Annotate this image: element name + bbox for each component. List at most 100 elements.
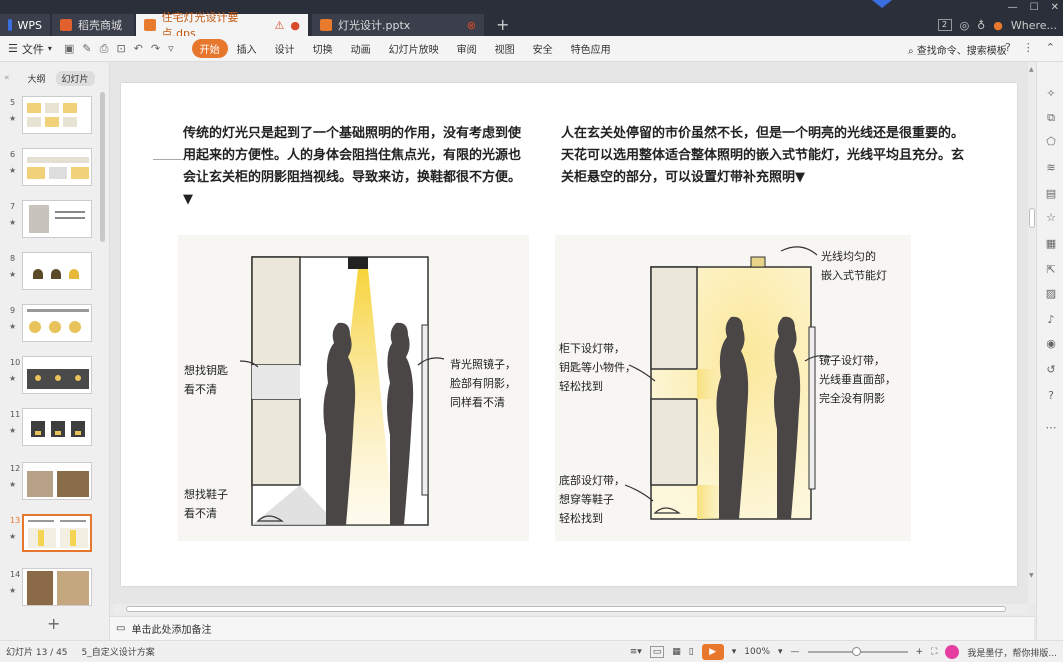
more-options-icon[interactable]: ⋮ (1023, 41, 1034, 54)
scroll-thumb[interactable] (1029, 208, 1035, 228)
zoom-slider-knob[interactable] (851, 647, 861, 656)
tab-slides[interactable]: 幻灯片 (55, 70, 95, 86)
more-icon[interactable]: ▿ (168, 42, 174, 56)
adjust-icon[interactable]: ≋ (1045, 162, 1057, 174)
zoom-out-icon[interactable]: — (791, 647, 800, 657)
play-options-icon[interactable]: ▾ (732, 647, 737, 657)
user-icon[interactable]: ● (993, 19, 1003, 32)
help-circle-icon[interactable]: ? (1045, 390, 1057, 402)
user-name[interactable]: Where... (1011, 19, 1057, 32)
unsaved-dot-icon[interactable]: ● (290, 19, 300, 32)
tab-store[interactable]: 稻壳商城 (52, 14, 134, 36)
slide-thumbnail-9[interactable]: 9 ★ (0, 304, 100, 346)
assistant-avatar[interactable] (945, 645, 960, 659)
tab-security[interactable]: 安全 (524, 41, 562, 56)
slide-thumbnail-10[interactable]: 10 ★ (0, 356, 100, 398)
star-icon[interactable]: ☆ (1045, 212, 1057, 224)
template-name[interactable]: 5_自定义设计方案 (82, 645, 155, 658)
slide-thumbnail-7[interactable]: 7 ★ (0, 200, 100, 242)
pane-scrollbar[interactable] (100, 92, 105, 242)
zoom-dropdown-icon[interactable]: ▾ (778, 647, 783, 657)
new-tab-button[interactable]: + (496, 15, 509, 34)
canvas-horizontal-scrollbar[interactable] (114, 604, 1028, 614)
close-window-icon[interactable]: ✕ (1051, 2, 1059, 13)
label-backlit-mirror: 背光照镜子， 脸部有阴影， 同样看不清 (450, 358, 516, 409)
scroll-down-icon[interactable]: ▼ (1029, 572, 1034, 579)
table-icon[interactable]: ▦ (1045, 238, 1057, 250)
slide-thumbnail-8[interactable]: 8 ★ (0, 252, 100, 294)
tab-review[interactable]: 审阅 (448, 41, 486, 56)
collapse-pane-icon[interactable]: « (4, 73, 10, 83)
sorter-view-icon[interactable]: ▦ (672, 647, 681, 657)
scroll-thumb[interactable] (126, 606, 1006, 612)
tab-outline[interactable]: 大纲 (28, 72, 46, 85)
tab-design[interactable]: 设计 (266, 41, 304, 56)
audio-icon[interactable]: ♪ (1045, 314, 1057, 326)
tab-insert[interactable]: 插入 (228, 41, 266, 56)
traditional-lighting-illustration[interactable]: 想找钥匙 看不清 想找鞋子 看不清 背光照镜子， 脸部有阴影， 同样看不清 (178, 235, 529, 541)
skin-icon[interactable]: ◎ (960, 19, 970, 32)
pin-icon[interactable]: ✧ (1045, 88, 1057, 100)
file-menu[interactable]: ☰ 文件 ▾ (0, 41, 58, 57)
slide-thumbnail-14[interactable]: 14 ★ (0, 568, 100, 610)
slide-thumbnail-11[interactable]: 11 ★ (0, 408, 100, 450)
history-icon[interactable]: ↺ (1045, 364, 1057, 376)
tab-active-document[interactable]: 住宅灯光设计要点.dps ⚠ ● (136, 11, 308, 40)
notes-toggle-icon[interactable]: ≡▾ (630, 647, 642, 657)
save-icon[interactable]: ▣ (64, 42, 74, 56)
slide-number: 6 (10, 150, 16, 159)
zoom-level[interactable]: 100% (744, 647, 770, 657)
left-text-block[interactable]: 传统的灯光只是起到了一个基础照明的作用，没有考虑到使用起来的方便性。人的身体会阻… (183, 123, 523, 211)
slide-thumbnail-6[interactable]: 6 ★ (0, 148, 100, 190)
share-icon[interactable]: ⇱ (1045, 264, 1057, 276)
thumbnail-image (22, 462, 92, 500)
image-icon[interactable]: ▨ (1045, 288, 1057, 300)
slide-thumbnail-5[interactable]: 5 ★ (0, 96, 100, 138)
search-icon: ⌕ (908, 46, 914, 57)
notes-pane[interactable]: ▭ 单击此处添加备注 (110, 616, 1034, 640)
command-search[interactable]: ⌕ 查找命令、搜索模板 (908, 42, 1007, 57)
slide-thumbnail-12[interactable]: 12 ★ (0, 462, 100, 504)
tab-features[interactable]: 特色应用 (562, 41, 620, 56)
fit-window-icon[interactable]: ⛶ (931, 647, 937, 657)
add-slide-button[interactable]: + (47, 614, 60, 633)
tab-close-icon[interactable]: ⊗ (467, 19, 476, 32)
copy-icon[interactable]: ⧉ (1045, 112, 1057, 124)
help-icon[interactable]: ? (1005, 41, 1011, 54)
thumbnail-image (22, 200, 92, 238)
improved-lighting-illustration[interactable]: 光线均匀的 嵌入式节能灯 柜下设灯带， 钥匙等小物件， 轻松找到 镜子设灯带， … (555, 235, 911, 541)
tab-wps-home[interactable]: WPS (0, 14, 50, 36)
tab-second-document[interactable]: 灯光设计.pptx ⊗ (312, 14, 484, 36)
thumbnail-image (22, 304, 92, 342)
tab-transition[interactable]: 切换 (304, 41, 342, 56)
tab-view[interactable]: 视图 (486, 41, 524, 56)
normal-view-icon[interactable]: ▭ (649, 646, 665, 658)
tab-animation[interactable]: 动画 (342, 41, 380, 56)
right-text-block[interactable]: 人在玄关处停留的市价虽然不长，但是一个明亮的光线还是很重要的。天花可以选用整体适… (561, 123, 971, 189)
reading-view-icon[interactable]: ▯ (689, 647, 694, 657)
maximize-icon[interactable]: ☐ (1030, 2, 1039, 13)
tab-home[interactable]: 开始 (191, 39, 228, 58)
more-icon[interactable]: ⋯ (1045, 422, 1057, 434)
canvas-vertical-scrollbar[interactable]: ▲ ▼ (1028, 62, 1036, 604)
zoom-slider[interactable] (807, 647, 908, 656)
tab-slideshow[interactable]: 幻灯片放映 (380, 41, 448, 56)
play-slideshow-button[interactable]: ▶ (701, 644, 724, 660)
print-icon[interactable]: ⎙ (100, 42, 109, 56)
slide-13[interactable]: 传统的灯光只是起到了一个基础照明的作用，没有考虑到使用起来的方便性。人的身体会阻… (121, 83, 1017, 586)
assistant-text[interactable]: 我是墨仔，帮你排版... (967, 646, 1057, 659)
record-icon[interactable]: ◉ (1045, 338, 1057, 350)
zoom-in-icon[interactable]: + (916, 647, 924, 657)
undo-icon[interactable]: ↶ (134, 42, 143, 56)
shirt-icon[interactable]: ♁ (977, 19, 985, 32)
window-count-badge[interactable]: 2 (937, 19, 952, 31)
scroll-up-icon[interactable]: ▲ (1029, 66, 1034, 73)
minimize-icon[interactable]: — (1008, 2, 1018, 13)
collapse-ribbon-icon[interactable]: ⌃ (1046, 41, 1055, 54)
layers-icon[interactable]: ▤ (1045, 188, 1057, 200)
print-preview-icon[interactable]: ⊡ (116, 42, 125, 56)
format-painter-icon[interactable]: ✎ (82, 42, 91, 56)
redo-icon[interactable]: ↷ (151, 42, 160, 56)
slide-thumbnail-13[interactable]: 13 ★ (0, 514, 100, 556)
shape-icon[interactable]: ⬠ (1045, 136, 1057, 148)
